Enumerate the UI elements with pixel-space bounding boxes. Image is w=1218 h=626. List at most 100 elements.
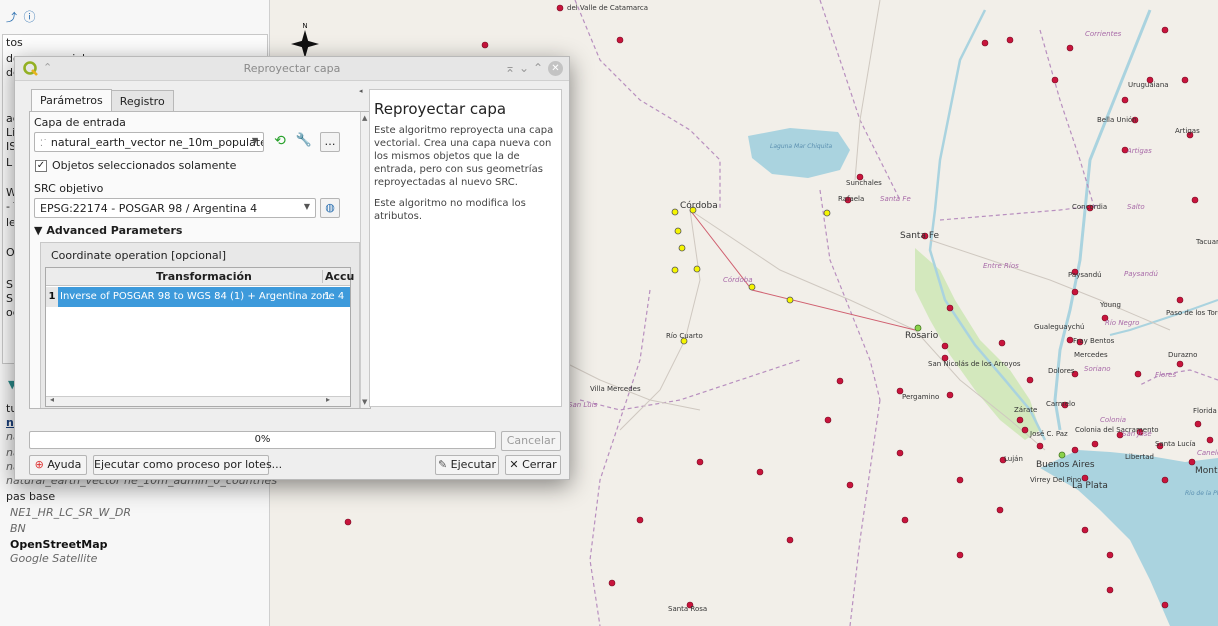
map-label: Dolores bbox=[1048, 367, 1075, 375]
map-label: Santa Fe bbox=[900, 231, 940, 241]
tab-parametros[interactable]: Parámetros bbox=[31, 89, 112, 112]
info-icon[interactable]: ⓘ bbox=[24, 8, 38, 24]
map-label: San Nicolás de los Arroyos bbox=[928, 360, 1021, 368]
map-label: Villa Mercedes bbox=[590, 385, 641, 393]
map-label: Gualeguaychú bbox=[1034, 323, 1084, 331]
map-label: Flores bbox=[1155, 371, 1176, 379]
close-icon[interactable]: ✕ bbox=[548, 61, 563, 76]
help-note: Este algoritmo no modifica los atributos… bbox=[374, 198, 526, 222]
input-layer-label: Capa de entrada bbox=[34, 116, 126, 129]
map-label: Colonia bbox=[1100, 416, 1126, 424]
advanced-label: Advanced Parameters bbox=[46, 224, 183, 237]
map-label: Artigas bbox=[1126, 147, 1152, 155]
map-label: Río Negro bbox=[1105, 319, 1139, 327]
map-label: Paysandú bbox=[1068, 271, 1102, 279]
table-row[interactable]: 1 Inverse of POSGAR 98 to WGS 84 (1) + A… bbox=[46, 287, 350, 307]
advanced-group: Coordinate operation [opcional] Transfor… bbox=[40, 242, 360, 408]
map-label: Luján bbox=[1004, 455, 1023, 463]
run-icon: ✎ bbox=[437, 458, 448, 471]
chevron-down-icon: ▼ bbox=[303, 202, 310, 211]
basemaps-group-label[interactable]: pas base bbox=[6, 490, 55, 503]
browse-button[interactable]: … bbox=[320, 132, 340, 152]
crs-selector-globe-icon[interactable]: ◍ bbox=[320, 198, 340, 218]
close-button[interactable]: ✕ Cerrar bbox=[505, 455, 561, 475]
parameters-panel: Capa de entrada ⁚˙ natural_earth_vector … bbox=[29, 111, 371, 409]
run-button[interactable]: ✎ Ejecutar bbox=[435, 455, 499, 475]
map-label: Sunchales bbox=[846, 179, 882, 187]
iterate-icon[interactable]: ⟲ bbox=[270, 132, 290, 152]
help-title: Reproyectar capa bbox=[374, 100, 507, 118]
map-label: Montevideo bbox=[1195, 466, 1218, 476]
map-label: Entre Ríos bbox=[983, 262, 1019, 270]
basemap-item[interactable]: NE1_HR_LC_SR_W_DR bbox=[10, 506, 131, 519]
map-label: Bella Unión bbox=[1097, 116, 1137, 124]
map-label: San José bbox=[1122, 430, 1152, 438]
basemap-item[interactable]: OpenStreetMap bbox=[10, 538, 108, 551]
lifebuoy-icon: ⊕ bbox=[34, 458, 44, 471]
map-label: Young bbox=[1099, 301, 1121, 309]
target-crs-combo[interactable]: EPSG:22174 - POSGAR 98 / Argentina 4 ▼ bbox=[34, 198, 316, 218]
row-accuracy: 1 bbox=[324, 291, 331, 302]
input-layer-combo[interactable]: ⁚˙ natural_earth_vector ne_10m_populated… bbox=[34, 132, 264, 152]
row-transform: Inverse of POSGAR 98 to WGS 84 (1) + Arg… bbox=[60, 291, 345, 302]
minimize-icon[interactable]: ⌄ bbox=[519, 61, 529, 75]
expand-icon[interactable]: ⤴ bbox=[6, 9, 20, 24]
collapse-triangle-icon: ▼ bbox=[34, 224, 43, 237]
svg-text:N: N bbox=[302, 22, 307, 30]
column-accuracy[interactable]: Accu bbox=[322, 270, 354, 283]
close-button-label: Cerrar bbox=[522, 458, 557, 471]
map-label: Laguna Mar Chiquita bbox=[770, 143, 833, 150]
help-description: Este algoritmo reproyecta una capa vecto… bbox=[374, 125, 554, 188]
map-label: Florida bbox=[1193, 407, 1217, 415]
map-label: Zárate bbox=[1014, 406, 1037, 414]
splitter-handle[interactable]: ◂ bbox=[359, 87, 363, 95]
shade-icon[interactable]: ⌅ bbox=[505, 61, 515, 75]
wrench-icon[interactable]: 🔧 bbox=[294, 132, 314, 152]
coord-op-label: Coordinate operation [opcional] bbox=[51, 249, 227, 262]
map-label: Artigas bbox=[1175, 127, 1200, 135]
basemap-item[interactable]: BN bbox=[10, 522, 26, 535]
target-crs-value: EPSG:22174 - POSGAR 98 / Argentina 4 bbox=[40, 202, 258, 215]
map-label: Tacuarembó bbox=[1195, 238, 1218, 246]
close-x-icon: ✕ bbox=[509, 458, 519, 471]
dialog-title: Reproyectar capa bbox=[243, 62, 341, 75]
map-label: Santa Fe bbox=[880, 195, 911, 203]
cancel-progress-button[interactable]: Cancelar bbox=[501, 431, 561, 451]
batch-button[interactable]: Ejecutar como proceso por lotes... bbox=[93, 455, 282, 475]
horizontal-scrollbar[interactable]: ◂ ▸ bbox=[46, 395, 350, 406]
tab-registro[interactable]: Registro bbox=[110, 90, 174, 112]
map-label: Durazno bbox=[1168, 351, 1197, 359]
maximize-icon[interactable]: ⌃ bbox=[533, 61, 543, 75]
help-button[interactable]: ⊕ Ayuda bbox=[29, 455, 87, 475]
map-label: Santa Rosa bbox=[668, 605, 707, 613]
panel-row: tos bbox=[6, 36, 23, 49]
help-panel: Reproyectar capa Este algoritmo reproyec… bbox=[369, 89, 562, 407]
basemap-item[interactable]: Google Satellite bbox=[10, 552, 97, 565]
map-label: Pergamino bbox=[902, 393, 939, 401]
map-label: La Plata bbox=[1072, 481, 1108, 491]
map-label: Soriano bbox=[1084, 365, 1111, 373]
selected-only-checkbox[interactable]: ✓ bbox=[35, 160, 47, 172]
panel-toolbar: ⤴ ⓘ bbox=[6, 8, 38, 24]
advanced-toggle[interactable]: ▼ Advanced Parameters bbox=[34, 224, 182, 237]
run-button-label: Ejecutar bbox=[450, 458, 497, 471]
map-label: San Luis bbox=[568, 401, 598, 409]
map-label: Concordia bbox=[1072, 203, 1107, 211]
dialog-titlebar[interactable]: ⌃ Reproyectar capa ⌅ ⌄ ⌃ ✕ bbox=[15, 57, 569, 81]
selected-only-label: Objetos seleccionados solamente bbox=[52, 159, 237, 172]
row-number: 1 bbox=[46, 287, 58, 307]
table-header: Transformación Accu bbox=[46, 268, 354, 286]
map-label: Córdoba bbox=[723, 276, 753, 284]
map-label: Paysandú bbox=[1124, 270, 1158, 278]
target-crs-label: SRC objetivo bbox=[34, 182, 104, 195]
map-label: Rosario bbox=[905, 331, 939, 341]
point-layer-icon: ⁚˙ bbox=[40, 139, 48, 149]
map-label: Fray Bentos bbox=[1073, 337, 1115, 345]
map-label: Córdoba bbox=[680, 200, 718, 211]
map-label: Santa Lucía bbox=[1155, 440, 1196, 448]
column-transformacion[interactable]: Transformación bbox=[156, 270, 252, 283]
map-label: Buenos Aires bbox=[1036, 460, 1095, 470]
input-layer-value: natural_earth_vector ne_10m_populated_pl bbox=[50, 136, 263, 149]
map-label: Corrientes bbox=[1085, 30, 1122, 38]
dialog-tabs: Parámetros Registro bbox=[31, 89, 174, 112]
